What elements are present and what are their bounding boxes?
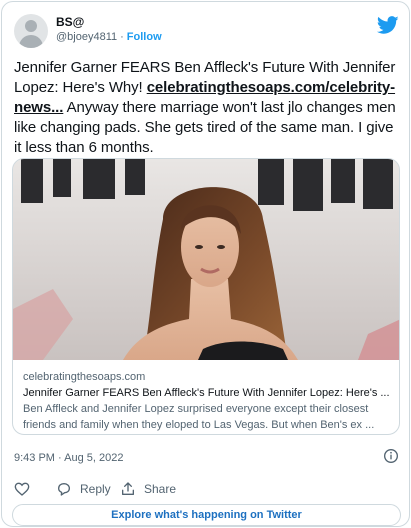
link-card[interactable]: celebratingthesoaps.com Jennifer Garner … [12, 158, 400, 435]
reply-icon [58, 483, 70, 496]
card-description: Ben Affleck and Jennifer Lopez surprised… [23, 403, 375, 431]
avatar[interactable] [14, 14, 48, 48]
tweet-header: BS@ @bjoey4811 · Follow [14, 14, 399, 50]
share-button[interactable]: Share [120, 480, 176, 498]
explore-button[interactable]: Explore what's happening on Twitter [12, 504, 401, 526]
author-display-name[interactable]: BS@ [56, 15, 84, 29]
tweet-text: Jennifer Garner FEARS Ben Affleck's Futu… [14, 58, 404, 158]
card-domain: celebratingthesoaps.com [23, 371, 146, 383]
twitter-bird-icon[interactable] [377, 14, 399, 36]
share-icon [122, 482, 134, 495]
share-label: Share [144, 482, 177, 496]
reply-button[interactable]: Reply [56, 480, 111, 498]
follow-link[interactable]: Follow [127, 31, 162, 43]
author-handle-row: @bjoey4811 · Follow [56, 31, 162, 43]
card-meta: celebratingthesoaps.com Jennifer Garner … [23, 369, 393, 433]
reply-label: Reply [80, 482, 111, 496]
timestamp-row: 9:43 PM · Aug 5, 2022 [14, 448, 399, 464]
separator-dot: · [120, 31, 124, 43]
author-handle[interactable]: @bjoey4811 [56, 31, 117, 43]
card-image [13, 159, 399, 360]
tweet-embed: BS@ @bjoey4811 · Follow Jennifer Garner FE… [1, 1, 410, 527]
timestamp[interactable]: 9:43 PM · Aug 5, 2022 [14, 452, 123, 464]
like-button[interactable] [14, 480, 30, 498]
tweet-text-end: Anyway there marriage won't last jlo cha… [14, 99, 396, 156]
heart-icon [14, 482, 30, 496]
card-title: Jennifer Garner FEARS Ben Affleck's Futu… [23, 387, 390, 399]
info-icon[interactable] [383, 448, 399, 464]
action-bar: Reply Share [14, 480, 399, 498]
